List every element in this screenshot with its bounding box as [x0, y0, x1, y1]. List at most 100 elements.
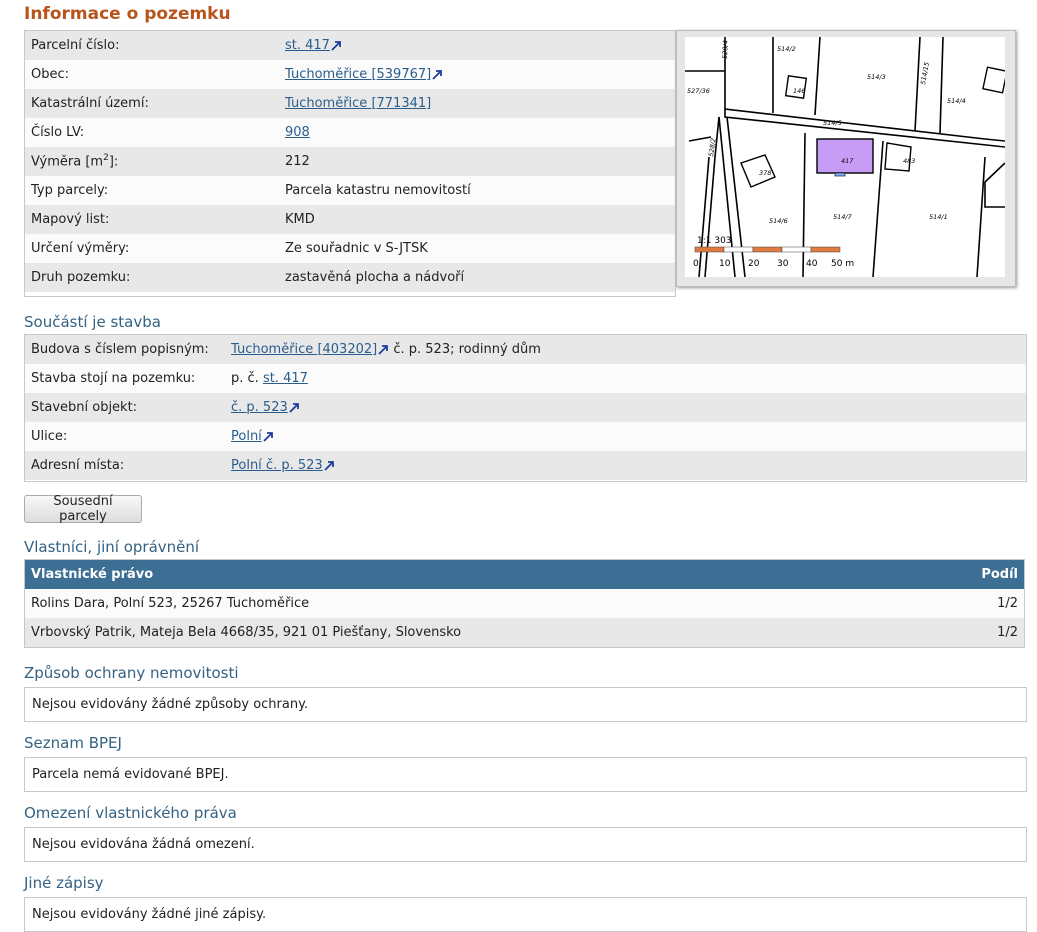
- value-link[interactable]: Polní: [231, 429, 262, 444]
- protection-heading: Způsob ochrany nemovitosti: [24, 664, 239, 682]
- row-value: 908: [279, 118, 675, 147]
- map-label: 527/36: [687, 87, 710, 95]
- building-heading: Součástí je stavba: [24, 313, 161, 331]
- highlighted-parcel: [816, 138, 874, 174]
- value-link[interactable]: 908: [285, 125, 310, 140]
- row-value: zastavěná plocha a nádvoří: [279, 263, 675, 292]
- external-link-icon[interactable]: [432, 69, 443, 80]
- map-label: 146: [793, 87, 805, 95]
- parcel-info-table: Parcelní číslo: st. 417 Obec: Tuchoměřice […: [24, 30, 676, 297]
- other-records-heading: Jiné zápisy: [24, 874, 104, 892]
- map-label: 514/1: [929, 213, 948, 221]
- row-value: Polní: [225, 422, 1026, 451]
- column-header-share: Podíl: [924, 559, 1025, 589]
- owner-share: 1/2: [924, 618, 1025, 648]
- column-header-ownership: Vlastnické právo: [24, 559, 925, 589]
- map-label: 528/4: [721, 40, 730, 59]
- map-scale-tick: 40: [806, 259, 818, 269]
- map-scale-text: 1:1 303: [697, 236, 732, 246]
- table-row: Stavební objekt: č. p. 523: [25, 393, 1026, 422]
- external-link-icon[interactable]: [324, 460, 335, 471]
- row-value: Tuchoměřice [771341]: [279, 89, 675, 118]
- row-label: Mapový list:: [25, 205, 279, 234]
- value-link[interactable]: st. 417: [285, 38, 330, 53]
- row-label: Číslo LV:: [25, 118, 279, 147]
- external-link-icon[interactable]: [331, 40, 342, 51]
- row-value: p. č. st. 417: [225, 364, 1026, 393]
- map-scale-tick: 30: [777, 259, 789, 269]
- table-row: Typ parcely: Parcela katastru nemovitostí: [25, 176, 675, 205]
- table-row: Rolins Dara, Polní 523, 25267 Tuchoměřic…: [24, 589, 1025, 618]
- table-row: Obec: Tuchoměřice [539767]: [25, 60, 675, 89]
- page-title: Informace o pozemku: [24, 4, 231, 24]
- external-link-icon[interactable]: [289, 402, 300, 413]
- external-link-icon[interactable]: [263, 431, 274, 442]
- value-link[interactable]: č. p. 523: [231, 400, 288, 415]
- neighbor-parcels-button[interactable]: Sousední parcely: [24, 494, 142, 524]
- external-link-icon[interactable]: [378, 344, 389, 355]
- map-label: 514/7: [833, 213, 853, 221]
- row-label: Výměra [m2]:: [25, 147, 279, 176]
- row-value: Parcela katastru nemovitostí: [279, 176, 675, 205]
- table-row: Určení výměry: Ze souřadnic v S-JTSK: [25, 234, 675, 263]
- owners-header-row: Vlastnické právo Podíl: [24, 559, 1025, 589]
- map-scale-tick: 10: [719, 259, 731, 269]
- map-label: 514/5: [823, 119, 842, 127]
- value-link[interactable]: Tuchoměřice [539767]: [285, 67, 431, 82]
- table-row: Druh pozemku: zastavěná plocha a nádvoří: [25, 263, 675, 292]
- row-value: Ze souřadnic v S-JTSK: [279, 234, 675, 263]
- protection-note: Nejsou evidovány žádné způsoby ochrany.: [24, 687, 1027, 722]
- row-label: Katastrální území:: [25, 89, 279, 118]
- row-label: Parcelní číslo:: [25, 31, 279, 60]
- table-row: Stavba stojí na pozemku: p. č. st. 417: [25, 364, 1026, 393]
- value-suffix: č. p. 523; rodinný dům: [389, 342, 541, 357]
- map-scale-tick: 20: [748, 259, 760, 269]
- value-link[interactable]: Polní č. p. 523: [231, 458, 323, 473]
- row-label: Druh pozemku:: [25, 263, 279, 292]
- value-text: 212: [285, 154, 310, 169]
- row-label: Adresní místa:: [25, 451, 225, 480]
- row-value: Tuchoměřice [403202] č. p. 523; rodinný …: [225, 335, 1026, 364]
- map-scale-tick: 0: [693, 259, 699, 269]
- map-label: 378: [759, 169, 771, 177]
- cadastral-map-preview[interactable]: 514/2 514/3 514/15 514/4 146 527/36 514/…: [676, 30, 1016, 287]
- table-row: Budova s číslem popisným: Tuchoměřice [40…: [25, 335, 1026, 364]
- row-label: Stavba stojí na pozemku:: [25, 364, 225, 393]
- table-row: Výměra [m2]: 212: [25, 147, 675, 176]
- row-label: Stavební objekt:: [25, 393, 225, 422]
- table-row: Vrbovský Patrik, Mateja Bela 4668/35, 92…: [24, 618, 1025, 648]
- map-label: 514/4: [947, 97, 966, 105]
- value-link[interactable]: Tuchoměřice [771341]: [285, 96, 431, 111]
- table-row: Mapový list: KMD: [25, 205, 675, 234]
- row-value: Tuchoměřice [539767]: [279, 60, 675, 89]
- value-text: Parcela katastru nemovitostí: [285, 183, 471, 198]
- row-value: č. p. 523: [225, 393, 1026, 422]
- value-text: Ze souřadnic v S-JTSK: [285, 241, 428, 256]
- row-value: st. 417: [279, 31, 675, 60]
- value-text: zastavěná plocha a nádvoří: [285, 270, 465, 285]
- map-label: 514/2: [777, 45, 796, 53]
- row-value: 212: [279, 147, 675, 176]
- row-label: Typ parcely:: [25, 176, 279, 205]
- row-value: KMD: [279, 205, 675, 234]
- value-prefix: p. č.: [231, 371, 263, 386]
- bpej-note: Parcela nemá evidované BPEJ.: [24, 757, 1027, 792]
- map-label: 514/6: [769, 217, 788, 225]
- table-row: Katastrální území: Tuchoměřice [771341]: [25, 89, 675, 118]
- row-label: Budova s číslem popisným:: [25, 335, 225, 364]
- map-scale-tick: 50 m: [831, 259, 854, 269]
- value-link[interactable]: st. 417: [263, 371, 308, 386]
- map-label: 417: [841, 157, 854, 165]
- value-text: KMD: [285, 212, 315, 227]
- restrictions-note: Nejsou evidována žádná omezení.: [24, 827, 1027, 862]
- owners-table: Vlastnické právo Podíl Rolins Dara, Poln…: [24, 559, 1025, 648]
- value-link[interactable]: Tuchoměřice [403202]: [231, 342, 377, 357]
- owner-share: 1/2: [924, 589, 1025, 618]
- cadastral-map-drawing[interactable]: 514/2 514/3 514/15 514/4 146 527/36 514/…: [685, 37, 1005, 277]
- map-label: 514/3: [867, 73, 886, 81]
- table-row: Číslo LV: 908: [25, 118, 675, 147]
- row-value: Polní č. p. 523: [225, 451, 1026, 480]
- owner-name: Rolins Dara, Polní 523, 25267 Tuchoměřic…: [24, 589, 925, 618]
- restrictions-heading: Omezení vlastnického práva: [24, 804, 237, 822]
- table-row: Ulice: Polní: [25, 422, 1026, 451]
